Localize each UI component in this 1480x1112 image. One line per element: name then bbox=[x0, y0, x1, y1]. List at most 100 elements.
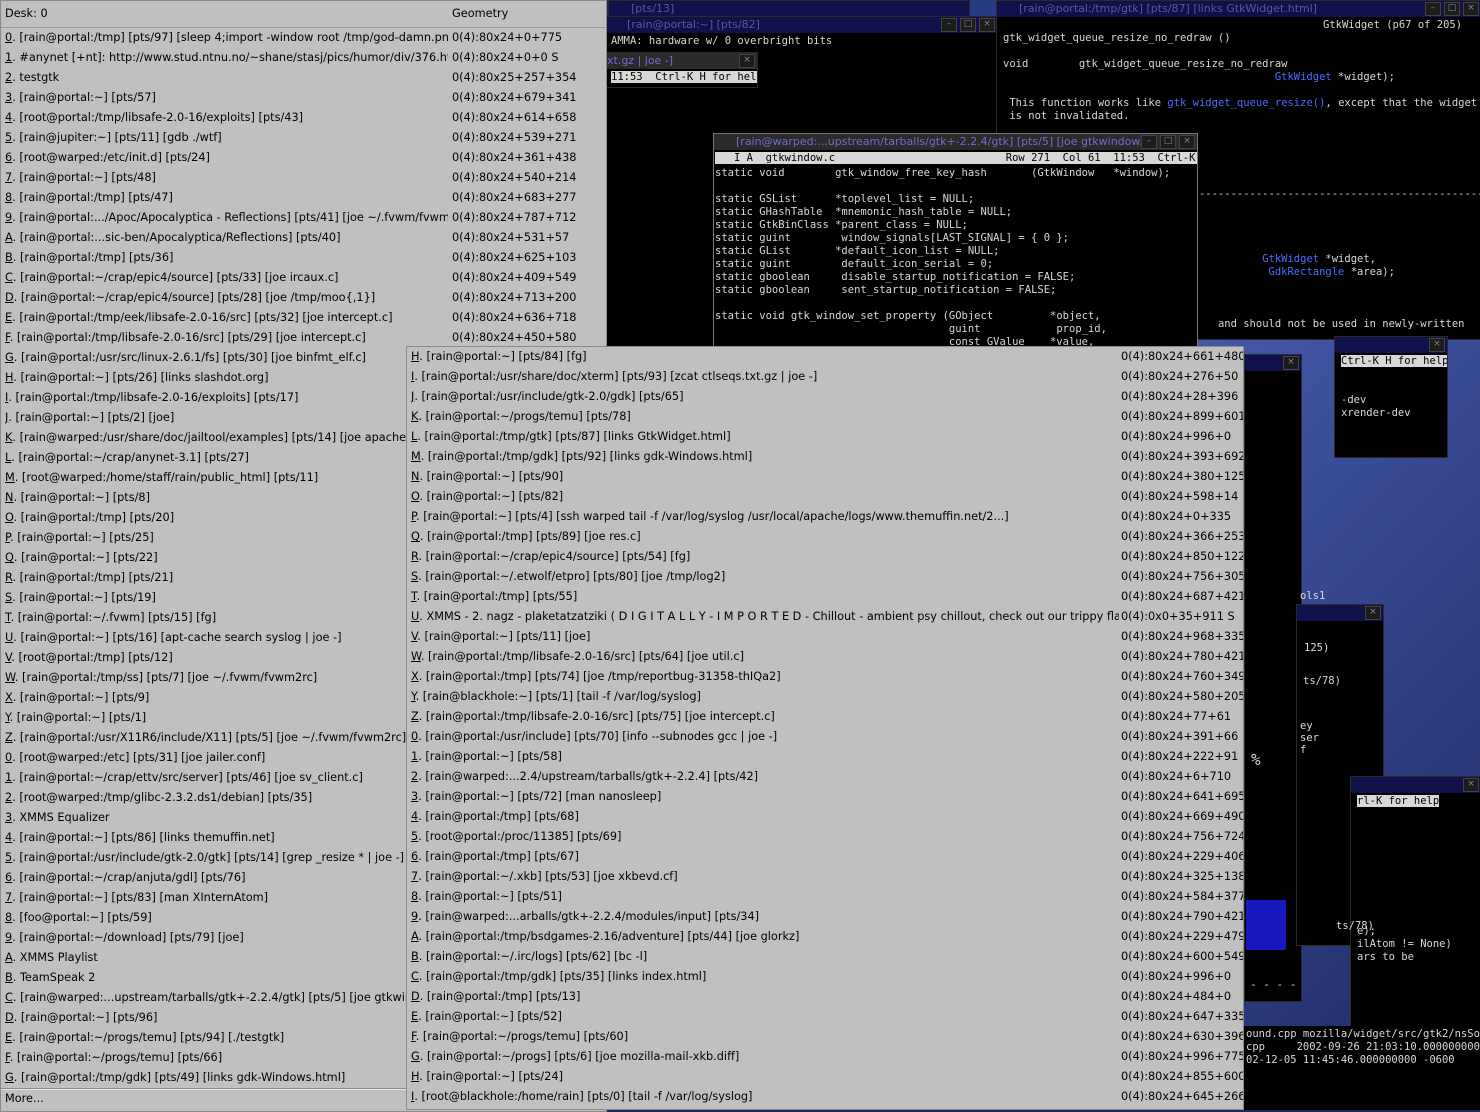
window-list-item[interactable]: 9. [rain@warped:...arballs/gtk+-2.2.4/mo… bbox=[407, 907, 1243, 927]
minimize-icon[interactable]: – bbox=[1141, 135, 1157, 149]
window-list-item[interactable]: Z. [rain@portal:/tmp/libsafe-2.0-16/src]… bbox=[407, 707, 1243, 727]
window-title-label: 2. [root@warped:/tmp/glibc-2.3.2.ds1/deb… bbox=[5, 788, 448, 808]
window-list-item[interactable]: 7. [rain@portal:~] [pts/48] 0(4):80x24+54… bbox=[1, 168, 606, 188]
window-list-item[interactable]: M. [rain@portal:/tmp/gdk] [pts/92] [link… bbox=[407, 447, 1243, 467]
window-list-item[interactable]: D. [rain@portal:~/crap/epic4/source] [pt… bbox=[1, 288, 606, 308]
window-list-item[interactable]: H. [rain@portal:~] [pts/24] 0(4):80x24+85… bbox=[407, 1067, 1243, 1087]
window-title-text: . [rain@portal:~] [pts/26] [links slashd… bbox=[13, 371, 269, 384]
window-list-item[interactable]: C. [rain@portal:~/crap/epic4/source] [pt… bbox=[1, 268, 606, 288]
minimize-icon[interactable]: – bbox=[941, 18, 957, 32]
window-list-item[interactable]: S. [rain@portal:~/.etwolf/etpro] [pts/80… bbox=[407, 567, 1243, 587]
window-list-item[interactable]: E. [rain@portal:~] [pts/52] 0(4):80x24+64… bbox=[407, 1007, 1243, 1027]
window-list-item[interactable]: G. [rain@portal:~/progs] [pts/6] [joe mo… bbox=[407, 1047, 1243, 1067]
close-icon[interactable]: × bbox=[1283, 356, 1299, 370]
window-list-item[interactable]: H. [rain@portal:~] [pts/84] [fg] 0(4):80x… bbox=[407, 347, 1243, 367]
window-list-item[interactable]: 8. [rain@portal:~] [pts/51] 0(4):80x24+58… bbox=[407, 887, 1243, 907]
close-icon[interactable]: × bbox=[1365, 606, 1381, 620]
window-title[interactable]: [pts/13] bbox=[609, 1, 969, 17]
window-list-item[interactable]: O. [rain@portal:~] [pts/82] 0(4):80x24+59… bbox=[407, 487, 1243, 507]
window-list-item[interactable]: W. [rain@portal:/tmp/libsafe-2.0-16/src]… bbox=[407, 647, 1243, 667]
hotkey: A bbox=[411, 930, 419, 943]
window-list-item[interactable]: B. [rain@portal:~/.irc/logs] [pts/62] [b… bbox=[407, 947, 1243, 967]
window-list-item[interactable]: 0. [rain@portal:/usr/include] [pts/70] [… bbox=[407, 727, 1243, 747]
window-list-item[interactable]: 7. [rain@portal:~/.xkb] [pts/53] [joe xk… bbox=[407, 867, 1243, 887]
window-list-item[interactable]: A. [rain@portal:...sic-ben/Apocalyptica/… bbox=[1, 228, 606, 248]
close-icon[interactable]: × bbox=[1463, 2, 1479, 16]
geometry-value: 0(4):80x24+760+349 bbox=[1121, 670, 1244, 683]
window-list-item[interactable]: F. [rain@portal:~/progs/temu] [pts/60] 0(… bbox=[407, 1027, 1243, 1047]
window-list-item[interactable]: E. [rain@portal:/tmp/eek/libsafe-2.0-16/… bbox=[1, 308, 606, 328]
window-list-item[interactable]: C. [rain@portal:/tmp/gdk] [pts/35] [link… bbox=[407, 967, 1243, 987]
window-title[interactable]: [rain@portal:/tmp/gtk] [pts/87] [links G… bbox=[997, 1, 1480, 17]
window-list-item[interactable]: I. [rain@portal:/usr/share/doc/xterm] [p… bbox=[407, 367, 1243, 387]
window-title[interactable]: [rain@portal:~] [pts/82] – □ × bbox=[605, 17, 997, 33]
hotkey: Z bbox=[411, 710, 419, 723]
close-icon[interactable]: × bbox=[1429, 338, 1445, 352]
window-list-item[interactable]: 9. [rain@portal:.../Apoc/Apocalyptica - … bbox=[1, 208, 606, 228]
minimize-icon[interactable]: – bbox=[1425, 2, 1441, 16]
window-list-item[interactable]: P. [rain@portal:~] [pts/4] [ssh warped t… bbox=[407, 507, 1243, 527]
window-title[interactable]: × bbox=[1335, 337, 1447, 353]
maximize-icon[interactable]: □ bbox=[960, 18, 976, 32]
window-list-item[interactable]: T. [rain@portal:/tmp] [pts/55] 0(4):80x24… bbox=[407, 587, 1243, 607]
hotkey: Q bbox=[411, 530, 420, 543]
window-list-item[interactable]: 5. [rain@jupiter:~] [pts/11] [gdb ./wtf]… bbox=[1, 128, 606, 148]
window-title-text: . [rain@portal:/tmp/libsafe-2.0-16/src] … bbox=[9, 331, 366, 344]
window-list-item[interactable]: 6. [rain@portal:/tmp] [pts/67] 0(4):80x24… bbox=[407, 847, 1243, 867]
type-link[interactable]: GtkWidget bbox=[1275, 71, 1332, 83]
window-title[interactable]: [rain@warped:...upstream/tarballs/gtk+-2… bbox=[714, 134, 1197, 150]
window-list-item[interactable]: R. [rain@portal:~/crap/epic4/source] [pt… bbox=[407, 547, 1243, 567]
maximize-icon[interactable]: □ bbox=[1444, 2, 1460, 16]
window-title-label: C. [rain@portal:~/crap/epic4/source] [pt… bbox=[5, 268, 448, 288]
window-list-item[interactable]: U. XMMS - 2. nagz - plaketatzatziki ( D … bbox=[407, 607, 1243, 627]
window-list-item[interactable]: K. [rain@portal:~/progs/temu] [pts/78] 0(… bbox=[407, 407, 1243, 427]
window-list-item[interactable]: 2. [rain@warped:...2.4/upstream/tarballs… bbox=[407, 767, 1243, 787]
window-list-item[interactable]: 0. [rain@portal:/tmp] [pts/97] [sleep 4;… bbox=[1, 28, 606, 48]
window-title[interactable]: × bbox=[1351, 777, 1480, 793]
terminal-window-bottom[interactable]: ound.cpp mozilla/widget/src/gtk2/nsSou c… bbox=[1240, 1026, 1480, 1110]
window-list-item[interactable]: I. [root@blackhole:/home/rain] [pts/0] [… bbox=[407, 1087, 1243, 1107]
window-list-item[interactable]: J. [rain@portal:/usr/include/gtk-2.0/gdk… bbox=[407, 387, 1243, 407]
geometry-value: 0(4):80x24+580+205 bbox=[1121, 690, 1244, 703]
window-list-item[interactable]: 4. [rain@portal:/tmp] [pts/68] 0(4):80x24… bbox=[407, 807, 1243, 827]
window-list-item[interactable]: V. [rain@portal:~] [pts/11] [joe] 0(4):80… bbox=[407, 627, 1243, 647]
type-link[interactable]: GtkWidget bbox=[1262, 253, 1319, 265]
terminal-window-joe-small[interactable]: xt.gz | joe -] × 11:53 Ctrl-K H for help bbox=[604, 52, 758, 88]
window-list-item[interactable]: L. [rain@portal:/tmp/gtk] [pts/87] [link… bbox=[407, 427, 1243, 447]
window-list-item[interactable]: X. [rain@portal:/tmp] [pts/74] [joe /tmp… bbox=[407, 667, 1243, 687]
terminal-window-right-d[interactable]: × rl-K for help e); ilAtom != None) ars … bbox=[1350, 776, 1480, 1028]
window-list-item[interactable]: 1. #anynet [+nt]: http://www.stud.ntnu.n… bbox=[1, 48, 606, 68]
window-list-item[interactable]: Q. [rain@portal:/tmp] [pts/89] [joe res.… bbox=[407, 527, 1243, 547]
window-list-item[interactable]: F. [rain@portal:/tmp/libsafe-2.0-16/src]… bbox=[1, 328, 606, 348]
close-icon[interactable]: × bbox=[1179, 135, 1195, 149]
window-list-item[interactable]: 8. [rain@portal:/tmp] [pts/47] 0(4):80x24… bbox=[1, 188, 606, 208]
window-list-item[interactable]: 3. [rain@portal:~] [pts/72] [man nanosle… bbox=[407, 787, 1243, 807]
close-icon[interactable]: × bbox=[739, 54, 755, 68]
window-list-item[interactable]: Y. [rain@blackhole:~] [pts/1] [tail -f /… bbox=[407, 687, 1243, 707]
maximize-icon[interactable]: □ bbox=[1160, 135, 1176, 149]
type-link[interactable]: GdkRectangle bbox=[1269, 266, 1345, 278]
window-list-item[interactable]: 6. [root@warped:/etc/init.d] [pts/24] 0(4… bbox=[1, 148, 606, 168]
close-icon[interactable]: × bbox=[1463, 778, 1479, 792]
window-title-text: . [root@portal:/tmp/libsafe-2.0-16/explo… bbox=[12, 111, 304, 124]
function-link[interactable]: gtk_widget_queue_resize() bbox=[1167, 97, 1325, 109]
window-list-item[interactable]: 4. [root@portal:/tmp/libsafe-2.0-16/expl… bbox=[1, 108, 606, 128]
window-title[interactable]: × bbox=[1297, 605, 1383, 621]
window-title-text: . [rain@portal:...sic-ben/Apocalyptica/R… bbox=[12, 231, 341, 244]
window-list-menu-right[interactable]: H. [rain@portal:~] [pts/84] [fg] 0(4):80x… bbox=[406, 346, 1244, 1110]
terminal-window-gtkwindow[interactable]: [rain@warped:...upstream/tarballs/gtk+-2… bbox=[713, 133, 1198, 350]
close-icon[interactable]: × bbox=[979, 18, 995, 32]
window-title[interactable]: xt.gz | joe -] × bbox=[605, 53, 757, 69]
window-list-item[interactable]: 1. [rain@portal:~] [pts/58] 0(4):80x24+22… bbox=[407, 747, 1243, 767]
window-list-item[interactable]: D. [rain@portal:/tmp] [pts/13] 0(4):80x24… bbox=[407, 987, 1243, 1007]
terminal-window-right-a[interactable]: × Ctrl-K H for help -dev xrender-dev bbox=[1334, 336, 1448, 458]
window-list-item[interactable]: N. [rain@portal:~] [pts/90] 0(4):80x24+38… bbox=[407, 467, 1243, 487]
window-list-item[interactable]: 5. [root@portal:/proc/11385] [pts/69] 0(4… bbox=[407, 827, 1243, 847]
window-list-item[interactable]: 2. testgtk 0(4):80x25+257+354 bbox=[1, 68, 606, 88]
window-list-item[interactable]: B. [rain@portal:/tmp] [pts/36] 0(4):80x24… bbox=[1, 248, 606, 268]
window-title-label: 2. testgtk bbox=[5, 68, 448, 88]
window-list-item[interactable]: A. [rain@portal:/tmp/bsdgames-2.16/adven… bbox=[407, 927, 1243, 947]
editor-buffer[interactable]: static void gtk_window_free_key_hash (Gt… bbox=[714, 167, 1197, 349]
window-title[interactable]: × bbox=[1245, 355, 1301, 371]
window-list-item[interactable]: 3. [rain@portal:~] [pts/57] 0(4):80x24+67… bbox=[1, 88, 606, 108]
